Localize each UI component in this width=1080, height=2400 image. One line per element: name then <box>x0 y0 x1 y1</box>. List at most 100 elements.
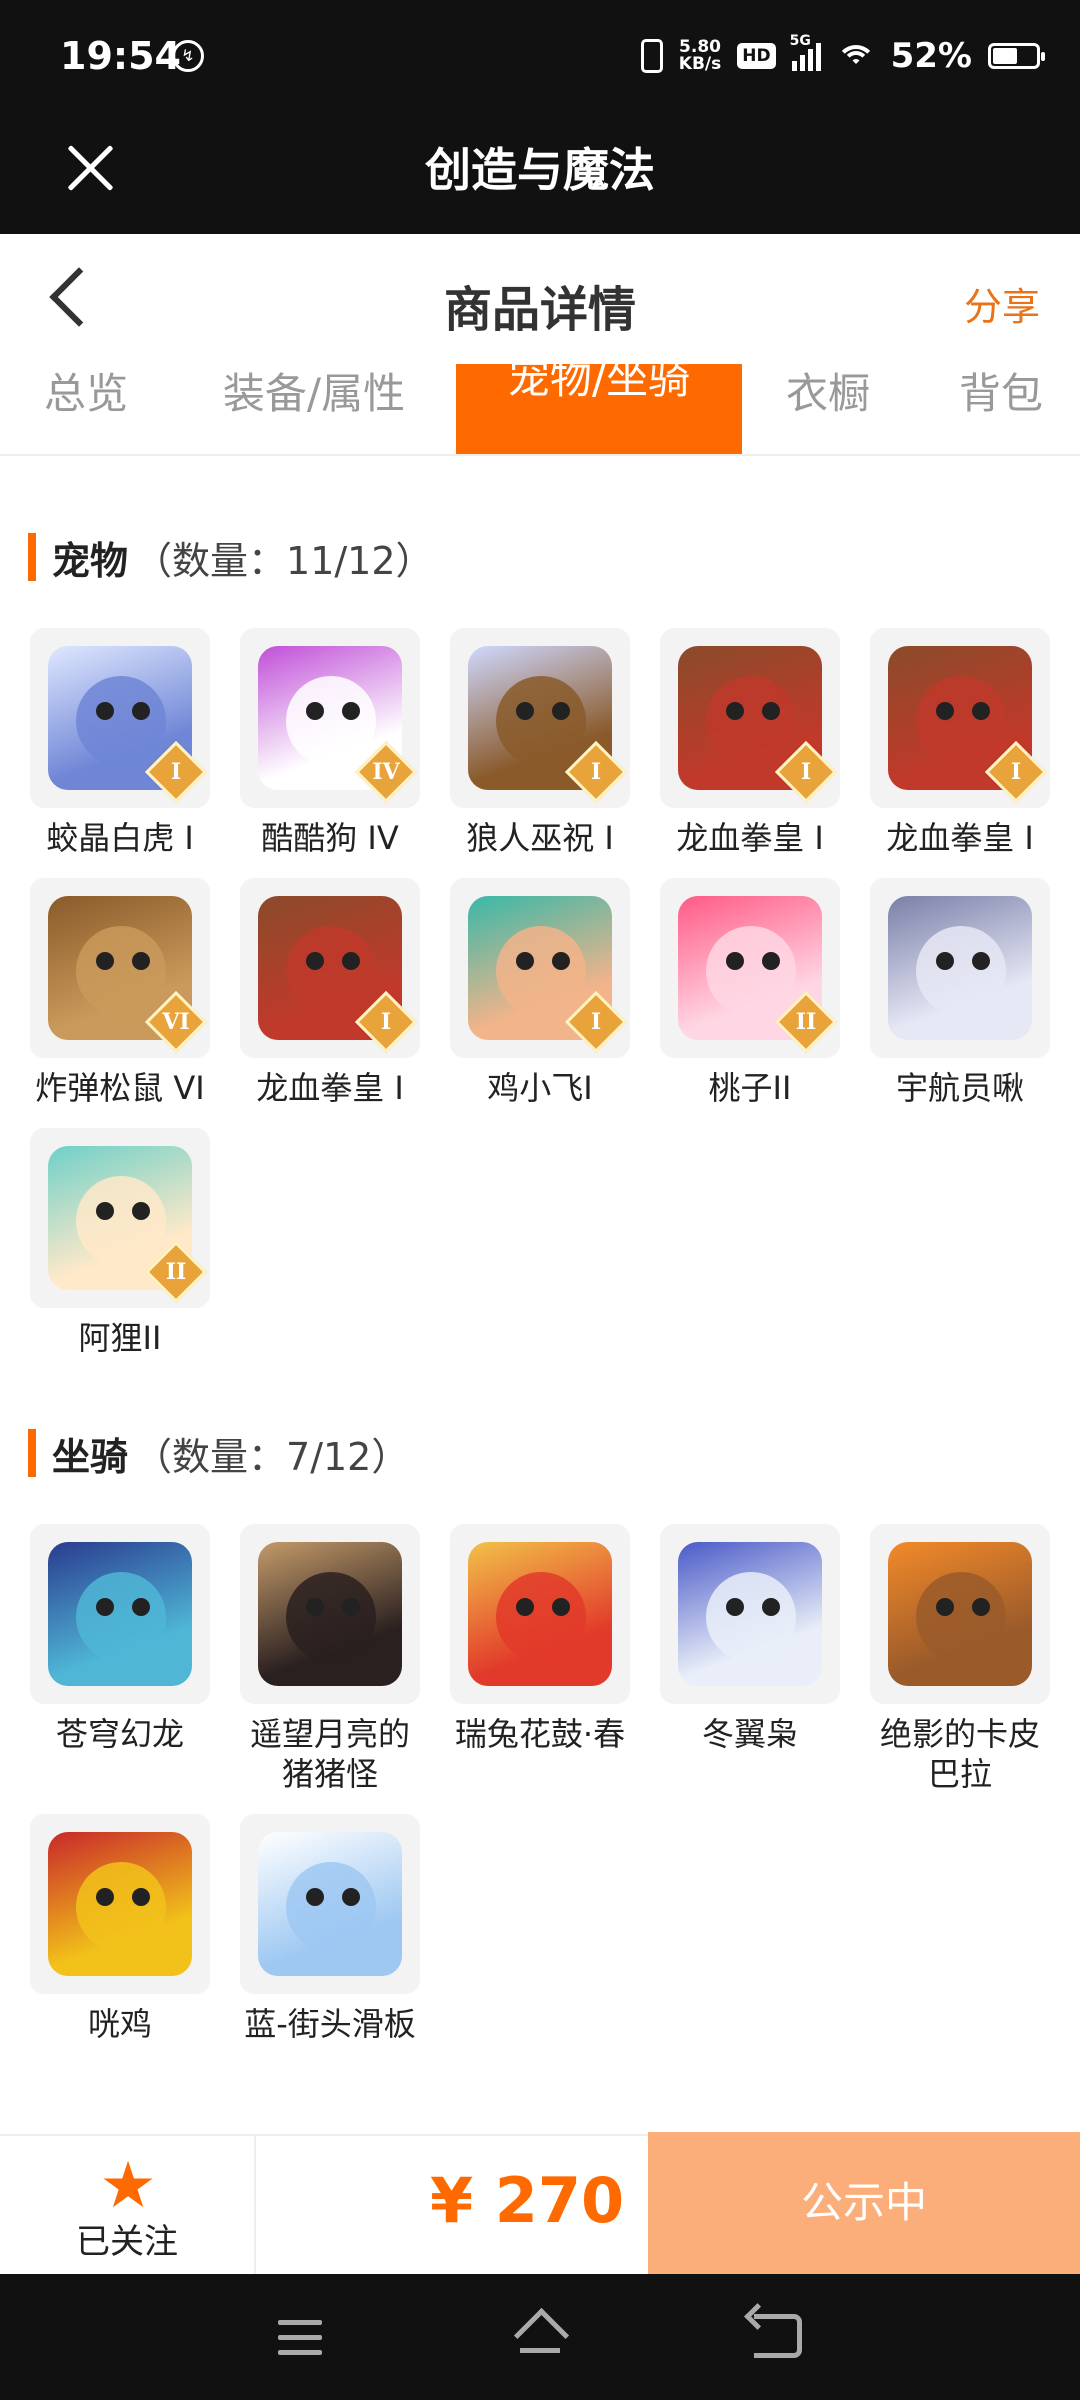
grid-item[interactable]: VI 炸弹松鼠 VI <box>28 878 212 1108</box>
notification-icon: ↯ <box>172 40 204 72</box>
tab-equipment[interactable]: 装备/属性 <box>204 364 424 454</box>
item-thumbnail: I <box>450 628 630 808</box>
grid-item[interactable]: I 龙血拳皇 I <box>238 878 422 1108</box>
battery-icon <box>988 43 1045 69</box>
item-thumbnail: I <box>870 628 1050 808</box>
grid-item[interactable]: I 狼人巫祝 I <box>448 628 632 858</box>
item-thumbnail <box>240 1524 420 1704</box>
grid-item[interactable]: 蓝-街头滑板 <box>238 1814 422 2044</box>
battery-percent: 52% <box>890 36 972 76</box>
grid-item[interactable]: 遥望月亮的猪猪怪 <box>238 1524 422 1794</box>
item-name: 龙血拳皇 I <box>256 1069 404 1107</box>
grid-item[interactable]: I 蛟晶白虎 I <box>28 628 212 858</box>
grid-item[interactable]: I 龙血拳皇 I <box>658 628 842 858</box>
moon-pig-icon <box>258 1542 402 1686</box>
item-name: 阿狸II <box>78 1319 162 1357</box>
page-title: 商品详情 <box>443 282 636 338</box>
item-thumbnail: I <box>660 628 840 808</box>
grid-item[interactable]: 宇航员啾 <box>868 878 1052 1108</box>
mounts-count: （数量：7/12） <box>134 1434 410 1479</box>
item-name: 冬翼枭 <box>701 1715 798 1753</box>
grid-item[interactable]: I 龙血拳皇 I <box>868 628 1052 858</box>
status-button[interactable]: 公示中 <box>648 2132 1080 2274</box>
grid-item[interactable]: I 鸡小飞I <box>448 878 632 1108</box>
item-name: 瑞兔花鼓·春 <box>454 1715 626 1753</box>
sky-dragon-icon <box>48 1542 192 1686</box>
grid-item[interactable]: 绝影的卡皮巴拉 <box>868 1524 1052 1794</box>
share-button[interactable]: 分享 <box>964 276 1040 331</box>
astronaut-icon <box>888 896 1032 1040</box>
pets-title: 宠物 <box>52 538 129 583</box>
item-name: 桃子II <box>708 1069 792 1107</box>
tab-overview[interactable]: 总览 <box>36 364 136 454</box>
section-marker <box>28 533 36 581</box>
item-thumbnail <box>240 1814 420 1994</box>
status-bar: 19:54 ↯ 5.80 KB/s HD 5G 52% <box>0 0 1080 112</box>
star-icon: ★ <box>99 2149 157 2223</box>
signal-icon: 5G <box>790 33 821 71</box>
page-header: 商品详情 分享 <box>0 234 1080 364</box>
home-icon[interactable] <box>512 2310 568 2362</box>
network-type: 5G <box>789 33 811 49</box>
rabbit-drum-icon <box>468 1542 612 1686</box>
grid-item[interactable]: IV 酷酷狗 IV <box>238 628 422 858</box>
tab-wardrobe[interactable]: 衣橱 <box>778 364 878 454</box>
follow-button[interactable]: ★ 已关注 <box>0 2136 256 2274</box>
item-name: 龙血拳皇 I <box>676 819 824 857</box>
skateboard-icon <box>258 1832 402 1976</box>
item-name: 龙血拳皇 I <box>886 819 1034 857</box>
mounts-section-title: 坐骑 （数量：7/12） <box>28 1428 410 1479</box>
grid-item[interactable]: 冬翼枭 <box>658 1524 842 1794</box>
grid-item[interactable]: 瑞兔花鼓·春 <box>448 1524 632 1794</box>
rooster-icon <box>48 1832 192 1976</box>
grid-item[interactable]: 咣鸡 <box>28 1814 212 2044</box>
item-name: 遥望月亮的猪猪怪 <box>249 1715 410 1793</box>
item-thumbnail: I <box>240 878 420 1058</box>
tab-backpack[interactable]: 背包 <box>946 364 1056 454</box>
pets-grid: I 蛟晶白虎 I IV 酷酷狗 IV I 狼人巫祝 I I 龙血拳皇 I I 龙血拳皇 I VI 炸弹… <box>28 628 1052 1358</box>
item-name: 苍穹幻龙 <box>55 1715 184 1753</box>
price: ¥ 270 <box>430 2164 625 2237</box>
hd-icon: HD <box>737 43 776 69</box>
clock: 19:54 <box>60 34 181 78</box>
item-thumbnail <box>30 1524 210 1704</box>
item-name: 炸弹松鼠 VI <box>35 1069 205 1107</box>
section-marker <box>28 1429 36 1477</box>
grid-item[interactable]: II 阿狸II <box>28 1128 212 1358</box>
net-speed: 5.80 KB/s <box>679 39 721 73</box>
mounts-grid: 苍穹幻龙 遥望月亮的猪猪怪 瑞兔花鼓·春 冬翼枭 绝影的卡皮巴拉咣鸡 蓝-街头滑板 <box>28 1524 1052 2044</box>
grid-item[interactable]: II 桃子II <box>658 878 842 1108</box>
item-name: 狼人巫祝 I <box>466 819 614 857</box>
pets-section-title: 宠物 （数量：11/12） <box>28 532 434 583</box>
status-icons: 5.80 KB/s HD 5G 52% <box>640 33 1045 78</box>
item-thumbnail <box>870 878 1050 1058</box>
back-icon[interactable] <box>754 2314 802 2358</box>
menu-icon[interactable] <box>278 2320 322 2356</box>
item-thumbnail: I <box>450 878 630 1058</box>
app-bar: 创造与魔法 <box>0 112 1080 234</box>
item-thumbnail: IV <box>240 628 420 808</box>
winter-owl-icon <box>678 1542 822 1686</box>
app-title: 创造与魔法 <box>425 143 655 197</box>
capybara-icon <box>888 1542 1032 1686</box>
tab-bar: 总览 装备/属性 宠物/坐骑 衣橱 背包 <box>0 364 1080 456</box>
item-name: 蓝-街头滑板 <box>244 2005 416 2043</box>
follow-label: 已关注 <box>76 2222 178 2262</box>
mounts-title: 坐骑 <box>52 1434 129 1479</box>
tab-pets-mounts[interactable]: 宠物/坐骑 <box>456 364 742 454</box>
item-name: 蛟晶白虎 I <box>46 819 194 857</box>
item-name: 酷酷狗 IV <box>261 819 399 857</box>
item-thumbnail: I <box>30 628 210 808</box>
item-name: 鸡小飞I <box>487 1069 593 1107</box>
item-thumbnail: II <box>30 1128 210 1308</box>
system-nav-bar <box>0 2274 1080 2400</box>
item-thumbnail <box>870 1524 1050 1704</box>
bottom-bar: ★ 已关注 ¥ 270 公示中 <box>0 2132 1080 2274</box>
item-thumbnail <box>30 1814 210 1994</box>
item-thumbnail <box>450 1524 630 1704</box>
net-speed-unit: KB/s <box>678 54 722 74</box>
grid-item[interactable]: 苍穹幻龙 <box>28 1524 212 1794</box>
vibrate-icon <box>640 39 663 73</box>
item-name: 咣鸡 <box>87 2005 152 2043</box>
wifi-icon <box>836 41 875 71</box>
